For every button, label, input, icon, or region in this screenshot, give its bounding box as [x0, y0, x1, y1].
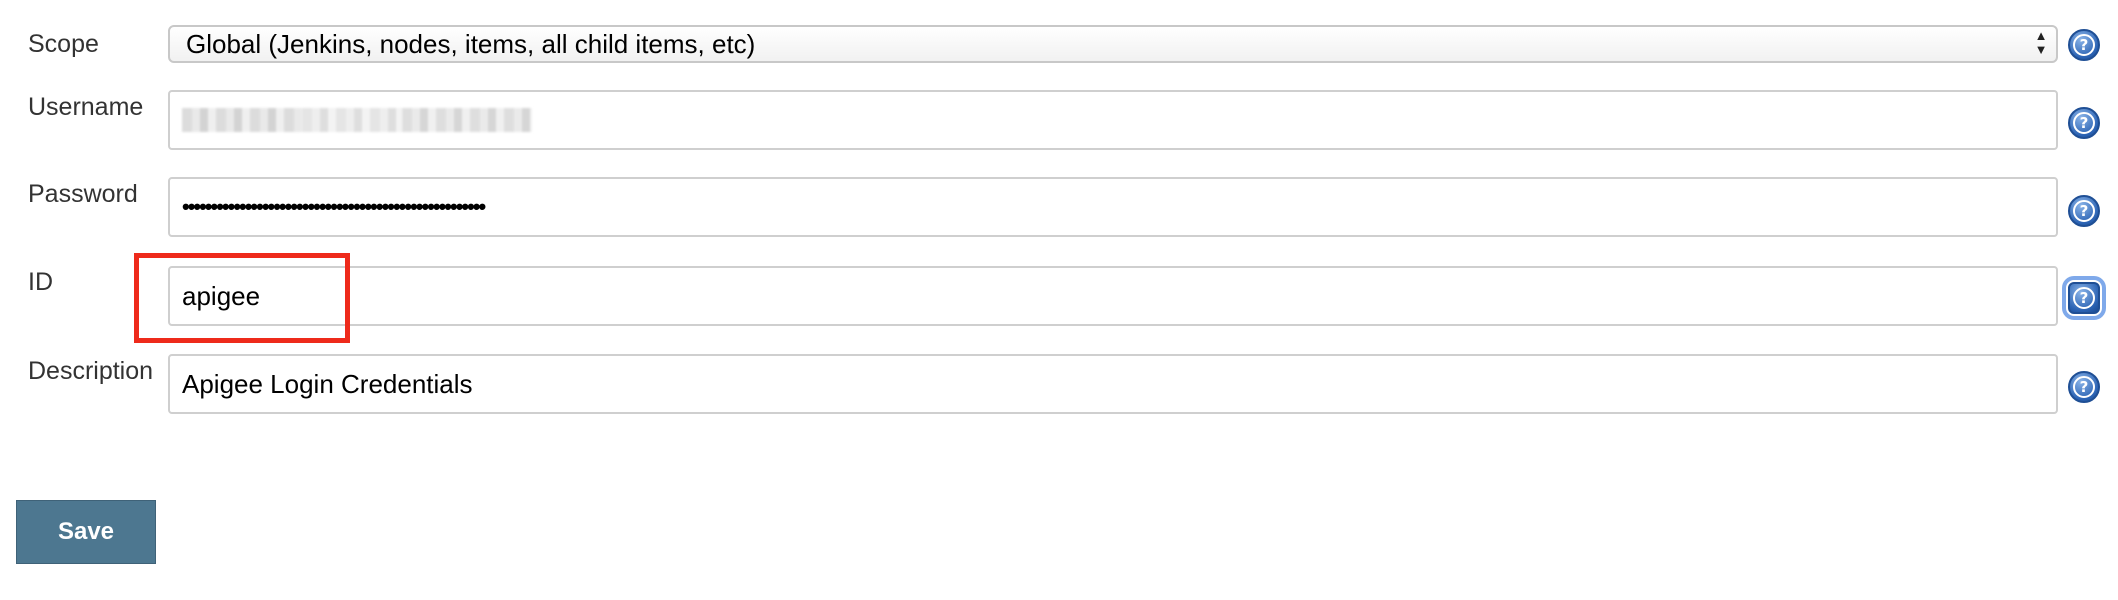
redaction-block [402, 108, 532, 132]
scope-help-icon[interactable]: ? [2068, 29, 2100, 61]
save-button[interactable]: Save [16, 500, 156, 564]
scope-selected-value: Global (Jenkins, nodes, items, all child… [186, 28, 756, 59]
id-input[interactable] [168, 266, 2058, 326]
description-input[interactable] [168, 354, 2058, 414]
password-label: Password [28, 180, 138, 208]
password-field[interactable]: ••••••••••••••••••••••••••••••••••••••••… [168, 177, 2058, 237]
password-masked-value: ••••••••••••••••••••••••••••••••••••••••… [182, 194, 486, 219]
redaction-block [182, 108, 302, 132]
id-label: ID [28, 268, 53, 296]
select-arrows-icon: ▲ ▼ [2034, 28, 2048, 57]
description-help-icon[interactable]: ? [2068, 371, 2100, 403]
username-redacted-value [182, 92, 2044, 148]
credentials-form: Scope Global (Jenkins, nodes, items, all… [0, 0, 2118, 600]
scope-select[interactable]: Global (Jenkins, nodes, items, all child… [168, 25, 2058, 63]
username-help-icon[interactable]: ? [2068, 107, 2100, 139]
username-label: Username [28, 93, 144, 121]
redaction-block [302, 108, 402, 132]
password-help-icon[interactable]: ? [2068, 195, 2100, 227]
description-label: Description [28, 357, 154, 385]
username-field[interactable] [168, 90, 2058, 150]
scope-label: Scope [28, 30, 99, 58]
id-help-icon[interactable]: ? [2062, 276, 2106, 320]
